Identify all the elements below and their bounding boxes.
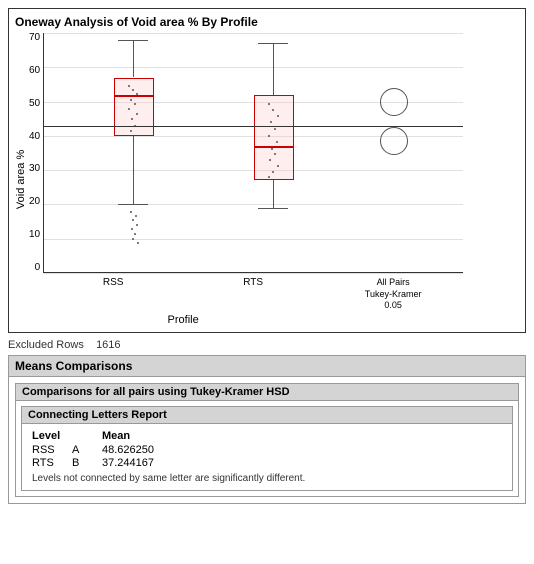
rts-mean: 37.244167 <box>102 457 202 469</box>
means-comparisons-section: Means Comparisons Comparisons for all pa… <box>8 355 526 504</box>
excluded-rows-value: 1616 <box>96 339 120 351</box>
rss-box <box>114 78 154 136</box>
y-tick-10: 10 <box>29 230 40 240</box>
chart-container: Oneway Analysis of Void area % By Profil… <box>8 8 526 333</box>
y-tick-40: 40 <box>29 132 40 142</box>
rss-lower-whisker <box>133 136 134 204</box>
rss-top-cap <box>118 40 148 41</box>
rss-outlier-6 <box>134 233 136 235</box>
letters-header: Level Mean <box>32 430 502 442</box>
y-tick-0: 0 <box>35 263 41 273</box>
x-axis-title: Profile <box>43 314 323 326</box>
header-mean: Mean <box>102 430 202 442</box>
x-label-allpairs: All PairsTukey-Kramer0.05 <box>323 277 463 312</box>
rss-median <box>114 95 154 97</box>
means-comparisons-title: Means Comparisons <box>9 356 525 377</box>
rts-lower-whisker <box>273 180 274 208</box>
rss-outlier-5 <box>131 228 133 230</box>
rss-outlier-2 <box>135 215 137 217</box>
rts-bottom-cap <box>258 208 288 209</box>
rss-bottom-cap <box>118 204 148 205</box>
plot-area <box>43 33 463 273</box>
grid-70 <box>44 33 463 34</box>
rss-level: RSS <box>32 444 72 456</box>
x-label-rss: RSS <box>43 277 183 312</box>
grid-60 <box>44 67 463 68</box>
rss-mean: 48.626250 <box>102 444 202 456</box>
rss-upper-whisker <box>133 40 134 77</box>
excluded-rows: Excluded Rows 1616 <box>8 339 526 351</box>
y-tick-60: 60 <box>29 66 40 76</box>
note-text: Levels not connected by same letter are … <box>32 473 502 484</box>
rts-upper-whisker <box>273 43 274 95</box>
y-tick-70: 70 <box>29 33 40 43</box>
rss-outlier-8 <box>137 242 139 244</box>
grid-10 <box>44 239 463 240</box>
header-letter <box>72 430 102 442</box>
letters-row-rss: RSS A 48.626250 <box>32 444 502 456</box>
y-tick-30: 30 <box>29 164 40 174</box>
rss-outlier-1 <box>130 211 132 213</box>
x-axis-labels: RSS RTS All PairsTukey-Kramer0.05 <box>43 277 463 312</box>
grid-0 <box>44 273 463 274</box>
y-tick-20: 20 <box>29 197 40 207</box>
chart-area: Void area % 70 60 50 40 30 20 10 0 <box>15 33 519 326</box>
rss-outlier-4 <box>136 224 138 226</box>
rts-median <box>254 146 294 148</box>
letters-row-rts: RTS B 37.244167 <box>32 457 502 469</box>
y-tick-50: 50 <box>29 99 40 109</box>
x-label-rts: RTS <box>183 277 323 312</box>
y-axis-label: Void area % <box>15 33 27 326</box>
header-level: Level <box>32 430 72 442</box>
rts-level: RTS <box>32 457 72 469</box>
chart-title: Oneway Analysis of Void area % By Profil… <box>15 15 519 29</box>
comparison-circle-rss <box>380 88 408 116</box>
rss-letter: A <box>72 444 102 456</box>
y-axis-ticks: 70 60 50 40 30 20 10 0 <box>29 33 43 273</box>
letters-section: Connecting Letters Report Level Mean RSS… <box>21 406 513 491</box>
rts-letter: B <box>72 457 102 469</box>
rss-outlier-3 <box>132 219 134 221</box>
tukey-title: Comparisons for all pairs using Tukey-Kr… <box>16 384 518 401</box>
excluded-rows-label: Excluded Rows <box>8 339 84 351</box>
rts-top-cap <box>258 43 288 44</box>
letters-content: Level Mean RSS A 48.626250 RTS B 37.2441… <box>22 424 512 490</box>
comparison-circle-rts <box>380 127 408 155</box>
grid-20 <box>44 204 463 205</box>
rts-box <box>254 95 294 180</box>
tukey-section: Comparisons for all pairs using Tukey-Kr… <box>15 383 519 497</box>
reference-line <box>44 126 463 127</box>
letters-title: Connecting Letters Report <box>22 407 512 424</box>
